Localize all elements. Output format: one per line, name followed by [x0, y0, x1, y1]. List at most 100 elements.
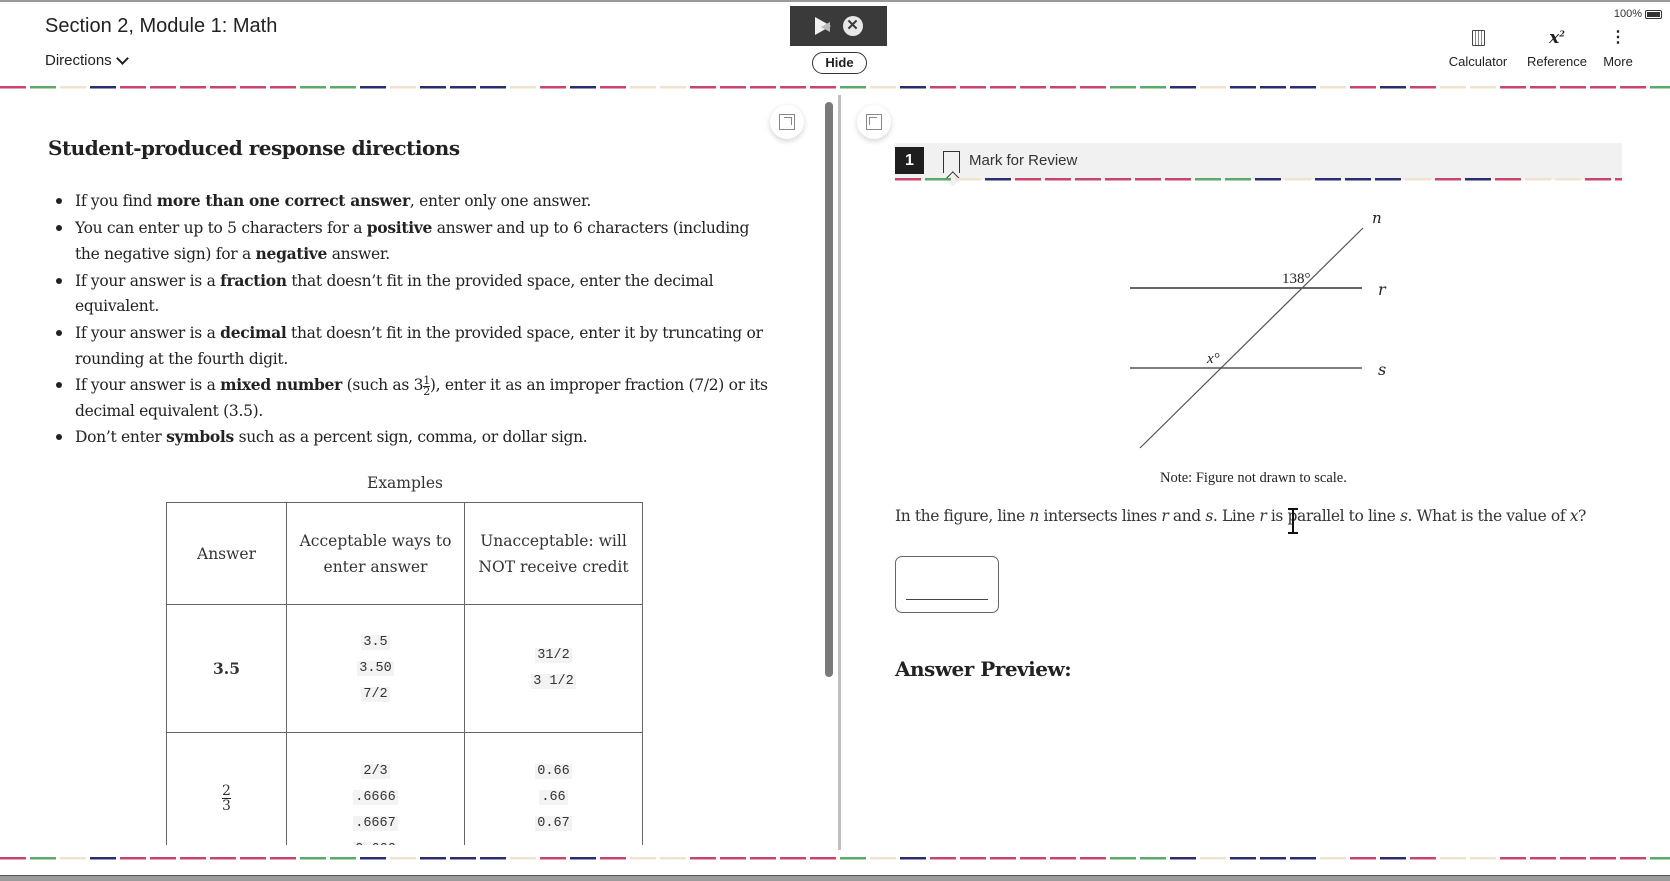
answer-input[interactable]: [895, 556, 999, 613]
answer-cell: 2 3: [166, 732, 287, 845]
divider-dash: [780, 857, 806, 860]
figure-note: Note: Figure not drawn to scale.: [1160, 470, 1347, 486]
divider-dash: [390, 86, 416, 89]
examples-table: Answer Acceptable ways to enter answer U…: [166, 502, 643, 845]
divider-dash: [360, 857, 386, 860]
divider-dash: [930, 86, 956, 89]
header-acceptable: Acceptable ways to enter answer: [286, 502, 465, 605]
divider-dash: [960, 857, 986, 860]
divider-dash: [840, 86, 866, 89]
expand-icon: [779, 114, 795, 130]
divider-dash: [1290, 857, 1316, 860]
divider-dash: [450, 86, 476, 89]
divider-dash: [1105, 178, 1131, 181]
direction-bullet: If you find more than one correct answer…: [56, 188, 776, 215]
divider-dash: [1380, 86, 1406, 89]
direction-bullet: If your answer is a fraction that doesn’…: [56, 268, 776, 320]
divider-dash: [1020, 857, 1046, 860]
divider-dash: [1200, 86, 1226, 89]
divider-dash: [955, 178, 981, 181]
divider-dash: [1650, 857, 1670, 860]
divider-dash: [1110, 857, 1136, 860]
divider-dash: [570, 857, 596, 860]
header-divider-dashes: [0, 86, 1670, 89]
divider-dash: [690, 86, 716, 89]
divider-dash: [270, 86, 296, 89]
divider-dash: [1405, 178, 1431, 181]
divider-dash: [1110, 86, 1136, 89]
calculator-button[interactable]: Calculator: [1443, 28, 1513, 69]
divider-dash: [1315, 178, 1341, 181]
battery-icon: [1645, 9, 1662, 19]
left-pane-scrollbar[interactable]: [825, 102, 833, 677]
divider-dash: [900, 857, 926, 860]
divider-dash: [300, 86, 326, 89]
divider-dash: [1465, 178, 1491, 181]
divider-dash: [1500, 86, 1526, 89]
divider-dash: [1050, 857, 1076, 860]
divider-dash: [990, 86, 1016, 89]
bookmark-icon[interactable]: [943, 151, 960, 173]
battery-percent: 100%: [1613, 8, 1642, 20]
divider-dash: [1075, 178, 1101, 181]
media-skip-icon[interactable]: [814, 17, 831, 35]
divider-dash: [420, 857, 446, 860]
divider-dash: [810, 857, 836, 860]
divider-dash: [960, 86, 986, 89]
divider-dash: [1230, 857, 1256, 860]
divider-dash: [1320, 86, 1346, 89]
divider-dash: [1555, 178, 1581, 181]
table-header-row: Answer Acceptable ways to enter answer U…: [166, 502, 643, 605]
divider-dash: [1560, 86, 1586, 89]
battery-status: 100%: [1614, 8, 1662, 20]
expand-right-pane-button[interactable]: [857, 105, 891, 139]
pane-divider[interactable]: [838, 95, 841, 850]
direction-bullet: If your answer is a decimal that doesn’t…: [56, 320, 776, 372]
divider-dash: [1345, 178, 1371, 181]
divider-dash: [750, 86, 776, 89]
geometry-figure: n r s 138° x°: [1130, 209, 1387, 449]
divider-dash: [450, 857, 476, 860]
hide-timer-button[interactable]: Hide: [812, 52, 867, 74]
reference-button[interactable]: x2 Reference: [1521, 28, 1593, 69]
divider-dash: [1525, 178, 1551, 181]
divider-dash: [1015, 178, 1041, 181]
more-label: More: [1603, 54, 1633, 69]
calculator-icon: [1471, 30, 1485, 46]
divider-dash: [1350, 86, 1376, 89]
divider-dash: [1170, 86, 1196, 89]
calculator-label: Calculator: [1448, 54, 1508, 69]
close-icon[interactable]: ✕: [842, 16, 863, 36]
footer-bar: [0, 875, 1670, 881]
divider-dash: [1650, 86, 1670, 89]
divider-dash: [1140, 857, 1166, 860]
directions-dropdown[interactable]: Directions: [45, 51, 129, 69]
divider-dash: [330, 857, 356, 860]
divider-dash: [150, 86, 176, 89]
divider-dash: [120, 86, 146, 89]
header-answer: Answer: [166, 502, 287, 605]
more-button[interactable]: ⋮ More: [1598, 28, 1638, 70]
divider-dash: [660, 86, 686, 89]
divider-dash: [1620, 86, 1646, 89]
label-r: r: [1378, 280, 1387, 299]
directions-list: If you find more than one correct answer…: [56, 188, 776, 451]
expand-left-pane-button[interactable]: [770, 105, 804, 139]
question-header-dashes: [895, 178, 1622, 181]
divider-dash: [1320, 857, 1346, 860]
divider-dash: [240, 857, 266, 860]
divider-dash: [60, 86, 86, 89]
divider-dash: [1140, 86, 1166, 89]
divider-dash: [1435, 178, 1461, 181]
reference-label: Reference: [1527, 54, 1587, 69]
divider-dash: [840, 857, 866, 860]
divider-dash: [210, 857, 236, 860]
divider-dash: [360, 86, 386, 89]
mark-for-review-button[interactable]: Mark for Review: [969, 152, 1077, 169]
divider-dash: [240, 86, 266, 89]
divider-dash: [1495, 178, 1521, 181]
directions-heading: Student-produced response directions: [48, 136, 460, 160]
direction-bullet: If your answer is a mixed number (such a…: [56, 372, 776, 424]
divider-dash: [1590, 857, 1616, 860]
direction-bullet: You can enter up to 5 characters for a p…: [56, 215, 776, 268]
